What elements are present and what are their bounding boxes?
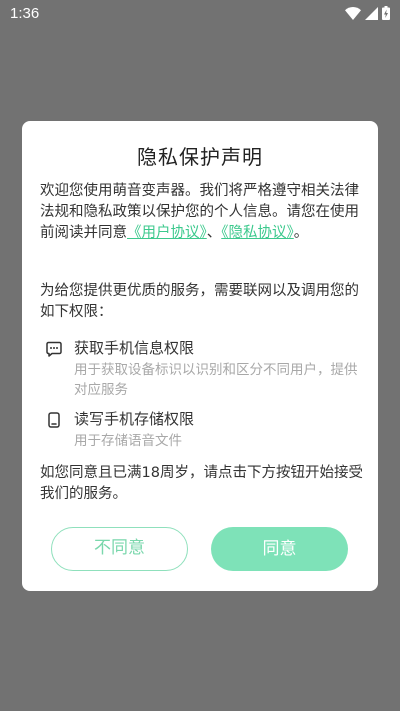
permission-title: 获取手机信息权限 (74, 339, 195, 357)
link-separator: 、 (206, 225, 222, 241)
battery-charging-icon (382, 6, 390, 20)
status-bar: 1:36 (0, 0, 400, 30)
user-agreement-link-open[interactable]: 《 (127, 225, 142, 241)
privacy-agreement-link[interactable]: 隐私协议 (229, 225, 287, 241)
permission-description: 用于获取设备标识以识别和区分不同用户，提供对应服务 (74, 362, 358, 398)
agree-button[interactable]: 同意 (211, 527, 348, 571)
outro-text: 如您同意且已满18周岁，请点击下方按钮开始接受我们的服务。 (40, 465, 363, 502)
intro-text: 欢迎您使用萌音变声器。我们将严格遵守相关法律法规和隐私政策以保护您的个人信息。请… (40, 181, 366, 244)
permission-title: 读写手机存储权限 (74, 410, 195, 428)
permission-intro: 为给您提供更优质的服务，需要联网以及调用您的如下权限： (40, 283, 359, 320)
intro-end: 。 (293, 225, 309, 241)
status-icons (345, 6, 390, 20)
privacy-agreement-link-close[interactable]: 》 (287, 225, 294, 241)
status-time: 1:36 (10, 5, 40, 22)
privacy-dialog: 隐私保护声明 欢迎您使用萌音变声器。我们将严格遵守相关法律法规和隐私政策以保护您… (22, 121, 378, 591)
dialog-title: 隐私保护声明 (137, 145, 263, 169)
signal-icon (365, 6, 378, 20)
disagree-button[interactable]: 不同意 (51, 527, 188, 571)
privacy-agreement-link-open[interactable]: 《 (221, 225, 228, 241)
user-agreement-link[interactable]: 用户协议 (142, 225, 200, 241)
user-agreement-link-close[interactable]: 》 (200, 225, 207, 241)
wifi-icon (345, 6, 361, 20)
permission-description: 用于存储语音文件 (74, 433, 182, 449)
chat-bubble-icon (46, 341, 62, 357)
phone-storage-icon (48, 412, 60, 428)
